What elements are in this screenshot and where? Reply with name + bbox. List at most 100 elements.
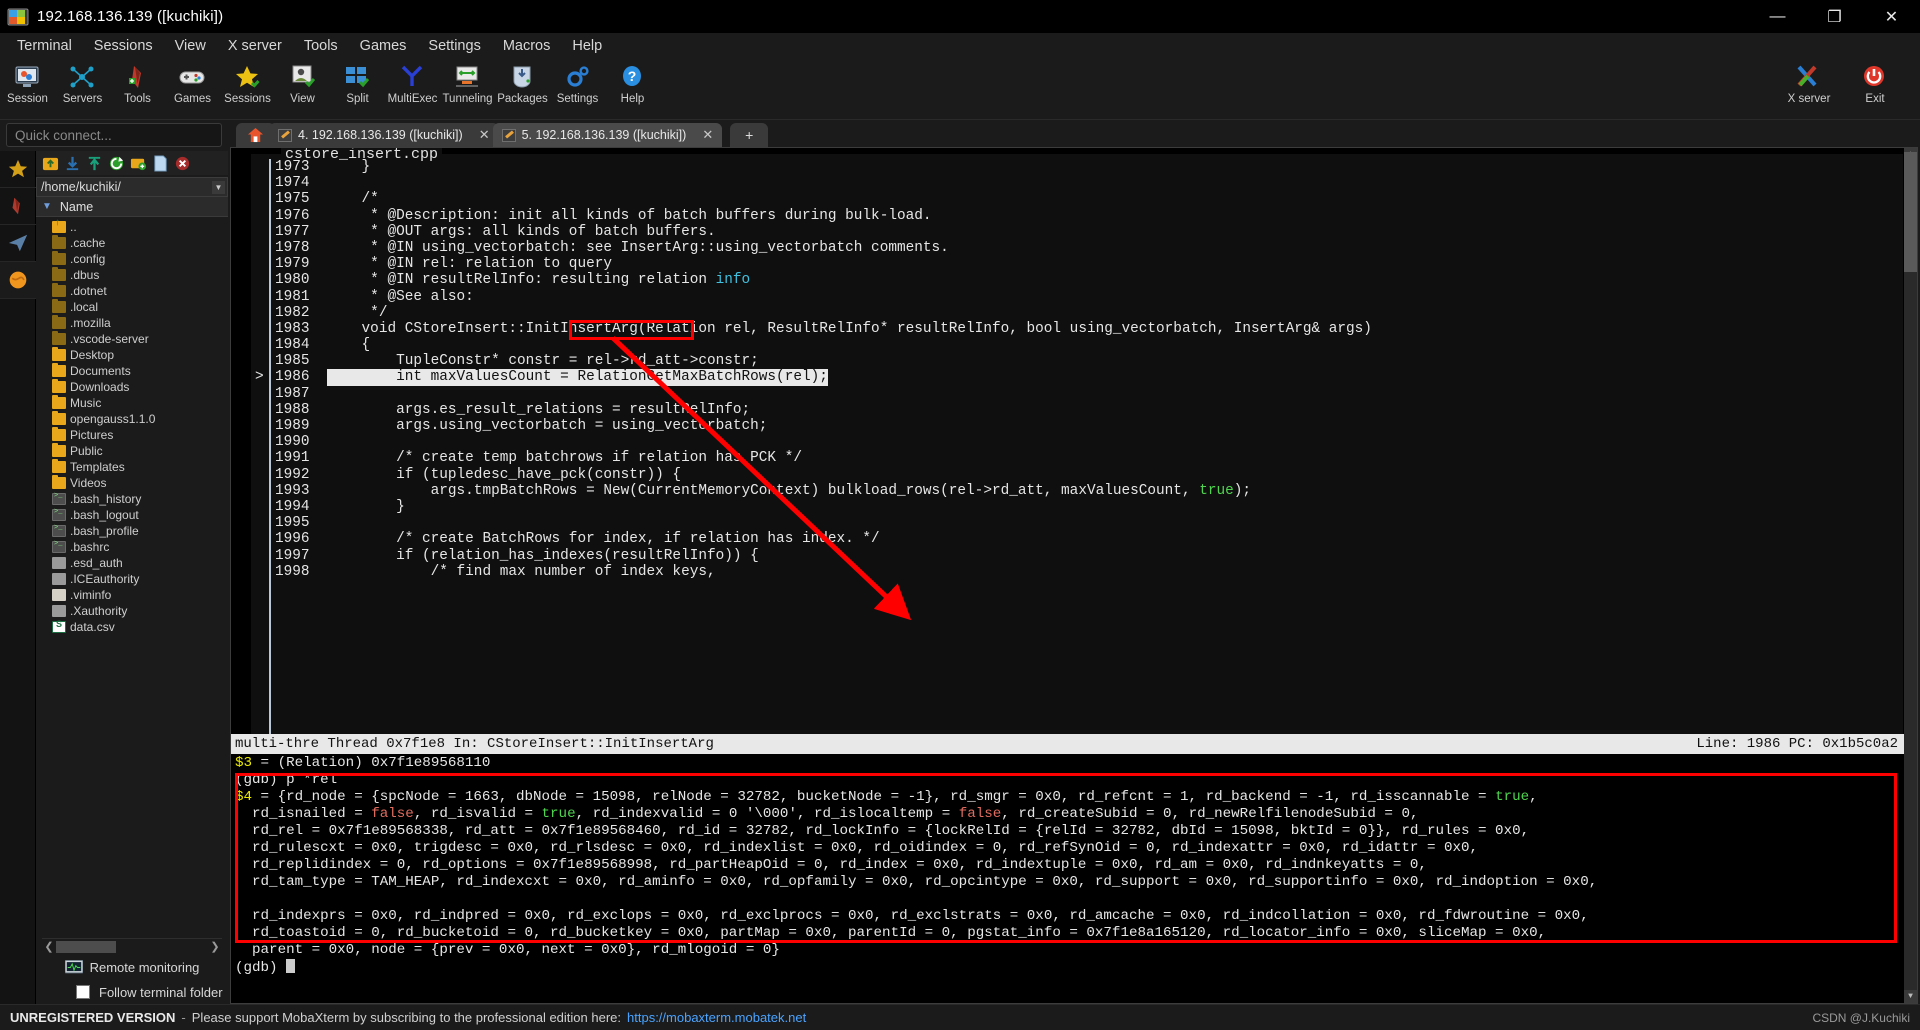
file-row[interactable]: Desktop (36, 347, 228, 363)
close-icon[interactable]: ✕ (479, 127, 490, 143)
gdb-console-output[interactable]: $3 = (Relation) 0x7f1e89568110 (gdb) p *r… (231, 755, 1904, 1003)
chevron-down-icon[interactable]: ▼ (212, 181, 225, 194)
new-tab-button[interactable]: + (730, 123, 769, 147)
terminal-scrollbar[interactable]: ▲ ▼ (1904, 148, 1917, 1003)
file-row[interactable]: .bash_logout (36, 507, 228, 523)
toolbar-button-games[interactable]: Games (165, 61, 220, 105)
toolbar-button-help[interactable]: ? Help (605, 61, 660, 105)
file-row[interactable]: .mozilla (36, 315, 228, 331)
close-icon[interactable]: ✕ (702, 127, 713, 143)
download-icon[interactable] (64, 155, 81, 172)
source-line[interactable]: 1991 /* create temp batchrows if relatio… (271, 450, 1903, 466)
terminal-tab-1[interactable]: 4. 192.168.136.139 ([kuchiki]) ✕ (269, 123, 499, 147)
source-line[interactable]: 1982 */ (271, 305, 1903, 321)
source-line[interactable]: 1993 args.tmpBatchRows = New(CurrentMemo… (271, 483, 1903, 499)
file-row[interactable]: .bash_history (36, 491, 228, 507)
file-row[interactable]: .bash_profile (36, 523, 228, 539)
terminal-scroll-thumb[interactable] (1904, 152, 1917, 272)
refresh-icon[interactable] (108, 155, 125, 172)
file-row[interactable]: .bashrc (36, 539, 228, 555)
menu-item-games[interactable]: Games (349, 35, 418, 57)
source-line[interactable]: 1983 void CStoreInsert::InitInsertArg(Re… (271, 321, 1903, 337)
source-line[interactable]: 1980 * @IN resultRelInfo: resulting rela… (271, 272, 1903, 288)
quick-connect-input[interactable]: Quick connect... (6, 123, 222, 147)
source-line[interactable]: 1995 (271, 515, 1903, 531)
file-row[interactable]: Videos (36, 475, 228, 491)
sidebar-tab-macros[interactable] (0, 262, 36, 299)
menu-item-settings[interactable]: Settings (417, 35, 491, 57)
path-input[interactable]: /home/kuchiki/ ▼ (36, 177, 228, 197)
menu-item-macros[interactable]: Macros (492, 35, 562, 57)
file-list-hscrollbar[interactable]: ❮ ❯ (42, 938, 222, 954)
delete-icon[interactable] (174, 155, 191, 172)
source-line[interactable]: 1973 } (271, 159, 1903, 175)
toolbar-button-x-server[interactable]: X server (1776, 61, 1842, 105)
file-row[interactable]: opengauss1.1.0 (36, 411, 228, 427)
file-row[interactable]: .Xauthority (36, 603, 228, 619)
new-folder-icon[interactable] (130, 155, 147, 172)
file-list[interactable]: .. .cache .config .dbus .dotnet .local .mozill… (36, 217, 228, 938)
file-row[interactable]: .. (36, 217, 228, 235)
menu-item-terminal[interactable]: Terminal (6, 35, 83, 57)
follow-terminal-folder-row[interactable]: Follow terminal folder (36, 980, 228, 1004)
source-line[interactable]: >1986 int maxValuesCount = RelationGetMa… (255, 369, 1903, 386)
source-line[interactable]: 1989 args.using_vectorbatch = using_vect… (271, 418, 1903, 434)
file-row[interactable]: .esd_auth (36, 555, 228, 571)
source-line[interactable]: 1990 (271, 434, 1903, 450)
file-row[interactable]: .dbus (36, 267, 228, 283)
mobaxterm-link[interactable]: https://mobaxterm.mobatek.net (627, 1010, 806, 1025)
close-button[interactable]: ✕ (1863, 0, 1920, 33)
toolbar-button-multiexec[interactable]: MultiExec (385, 61, 440, 105)
source-line[interactable]: 1975 /* (271, 191, 1903, 207)
source-line[interactable]: 1979 * @IN rel: relation to query (271, 256, 1903, 272)
terminal-window[interactable]: cstore_insert.cpp 1973 } 1974 1975 /* 1976 … (230, 147, 1918, 1004)
source-line[interactable]: 1996 /* create BatchRows for index, if r… (271, 531, 1903, 547)
scroll-right-icon[interactable]: ❯ (208, 940, 222, 953)
source-line[interactable]: 1981 * @See also: (271, 289, 1903, 305)
sidebar-tab-tools[interactable] (0, 188, 36, 225)
toolbar-button-view[interactable]: View (275, 61, 330, 105)
source-line[interactable]: 1976 * @Description: init all kinds of b… (271, 208, 1903, 224)
source-line[interactable]: 1985 TupleConstr* constr = rel->rd_att->… (271, 353, 1903, 369)
toolbar-button-exit[interactable]: Exit (1842, 61, 1908, 105)
file-row[interactable]: data.csv (36, 619, 228, 635)
file-row[interactable]: .local (36, 299, 228, 315)
scroll-left-icon[interactable]: ❮ (42, 940, 56, 953)
file-row[interactable]: .config (36, 251, 228, 267)
upload-icon[interactable] (86, 155, 103, 172)
sidebar-tab-favorites[interactable] (0, 151, 36, 188)
file-row[interactable]: Documents (36, 363, 228, 379)
follow-terminal-folder-checkbox[interactable] (76, 985, 90, 999)
file-row[interactable]: .vscode-server (36, 331, 228, 347)
source-line[interactable]: 1988 args.es_result_relations = resultRe… (271, 402, 1903, 418)
source-line[interactable]: 1978 * @IN using_vectorbatch: see Insert… (271, 240, 1903, 256)
source-line[interactable]: 1984 { (271, 337, 1903, 353)
file-row[interactable]: .cache (36, 235, 228, 251)
toolbar-button-settings[interactable]: Settings (550, 61, 605, 105)
parent-folder-icon[interactable] (42, 155, 59, 172)
sidebar-tab-sftp[interactable] (0, 225, 36, 262)
toolbar-button-sessions[interactable]: Sessions (220, 61, 275, 105)
file-row[interactable]: .dotnet (36, 283, 228, 299)
scroll-down-icon[interactable]: ▼ (1904, 990, 1917, 1003)
file-row[interactable]: Music (36, 395, 228, 411)
menu-item-x-server[interactable]: X server (217, 35, 293, 57)
new-file-icon[interactable] (152, 154, 169, 172)
toolbar-button-packages[interactable]: Packages (495, 61, 550, 105)
toolbar-button-tools[interactable]: Tools (110, 61, 165, 105)
file-row[interactable]: Public (36, 443, 228, 459)
toolbar-button-session[interactable]: Session (0, 61, 55, 105)
toolbar-button-tunneling[interactable]: Tunneling (440, 61, 495, 105)
toolbar-button-servers[interactable]: Servers (55, 61, 110, 105)
maximize-button[interactable]: ❐ (1806, 0, 1863, 33)
file-row[interactable]: .viminfo (36, 587, 228, 603)
toolbar-button-split[interactable]: Split (330, 61, 385, 105)
hscroll-track[interactable] (56, 940, 208, 953)
minimize-button[interactable]: — (1749, 0, 1806, 33)
file-column-header[interactable]: ▼ Name (36, 197, 228, 217)
file-row[interactable]: Downloads (36, 379, 228, 395)
menu-item-sessions[interactable]: Sessions (83, 35, 164, 57)
source-line[interactable]: 1974 (271, 175, 1903, 191)
source-line[interactable]: 1987 (271, 386, 1903, 402)
menu-item-help[interactable]: Help (561, 35, 613, 57)
